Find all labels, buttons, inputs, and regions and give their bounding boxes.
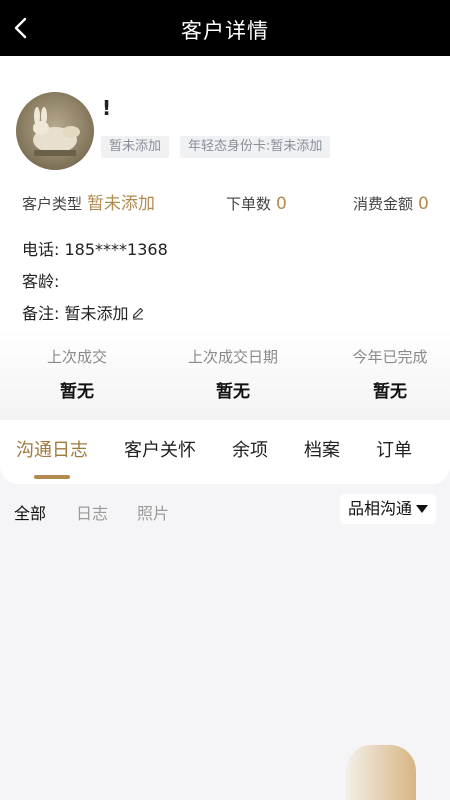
customer-type-value[interactable]: 暂未添加 xyxy=(87,194,155,214)
spend-amount: 消费金额 0 xyxy=(353,192,429,216)
phone-value[interactable]: 185****1368 xyxy=(65,240,168,259)
stat-year-completed-value: 暂无 xyxy=(373,382,407,402)
tab-archive[interactable]: 档案 xyxy=(304,436,340,462)
stat-last-deal-label: 上次成交 xyxy=(46,348,107,366)
stat-last-deal: 上次成交 暂无 xyxy=(2,346,152,402)
filter-log[interactable]: 日志 xyxy=(76,500,108,524)
detail-tabs: 沟通日志 客户关怀 余项 档案 订单 xyxy=(0,420,450,484)
customer-type-label: 客户类型 xyxy=(22,195,83,213)
filter-all[interactable]: 全部 xyxy=(14,500,46,524)
note-row[interactable]: 备注: 暂未添加 xyxy=(22,300,145,324)
order-count: 下单数 0 xyxy=(226,192,287,216)
order-count-label: 下单数 xyxy=(226,195,272,213)
avatar[interactable] xyxy=(16,92,94,170)
floating-action-button[interactable] xyxy=(346,745,416,800)
stat-last-deal-value: 暂无 xyxy=(60,382,94,402)
note-label: 备注: xyxy=(22,304,60,323)
age-row: 客龄: xyxy=(22,268,59,292)
spend-amount-label: 消费金额 xyxy=(353,195,414,213)
phone-row: 电话: 185****1368 xyxy=(22,236,168,260)
active-tab-indicator xyxy=(34,475,70,479)
tab-customer-care[interactable]: 客户关怀 xyxy=(124,436,196,462)
filter-photo[interactable]: 照片 xyxy=(137,500,169,524)
stat-year-completed: 今年已完成 暂无 xyxy=(315,346,450,402)
phone-label: 电话: xyxy=(22,240,60,259)
stat-last-deal-date-label: 上次成交日期 xyxy=(187,348,278,366)
edit-pencil-icon[interactable] xyxy=(131,306,145,320)
category-dropdown[interactable]: 品相沟通 xyxy=(340,494,436,524)
order-count-value: 0 xyxy=(276,194,287,214)
tag-id-card: 年轻态身份卡:暂未添加 xyxy=(180,136,331,158)
customer-type: 客户类型 暂未添加 xyxy=(22,192,155,216)
age-label: 客龄: xyxy=(22,272,60,291)
rabbit-figurine-image xyxy=(33,107,80,156)
stat-last-deal-date: 上次成交日期 暂无 xyxy=(158,346,308,402)
tab-communication-log[interactable]: 沟通日志 xyxy=(16,436,88,462)
tag-status: 暂未添加 xyxy=(101,136,170,158)
customer-info-card: ! 暂未添加 年轻态身份卡:暂未添加 客户类型 暂未添加 下单数 0 消费金额 0 电… xyxy=(0,56,450,420)
stat-last-deal-date-value: 暂无 xyxy=(216,382,250,402)
log-filter-bar: 全部 日志 照片 品相沟通 xyxy=(0,494,450,526)
top-nav-bar: 客户详情 xyxy=(0,0,450,56)
stat-year-completed-label: 今年已完成 xyxy=(352,348,428,366)
tab-remaining-items[interactable]: 余项 xyxy=(232,436,268,462)
page-title: 客户详情 xyxy=(181,19,269,43)
spend-amount-value: 0 xyxy=(418,194,429,214)
customer-name: ! xyxy=(102,96,112,120)
caret-down-icon xyxy=(416,505,428,513)
category-dropdown-value: 品相沟通 xyxy=(348,499,413,518)
note-value: 暂未添加 xyxy=(64,304,129,323)
tab-orders[interactable]: 订单 xyxy=(376,436,412,462)
